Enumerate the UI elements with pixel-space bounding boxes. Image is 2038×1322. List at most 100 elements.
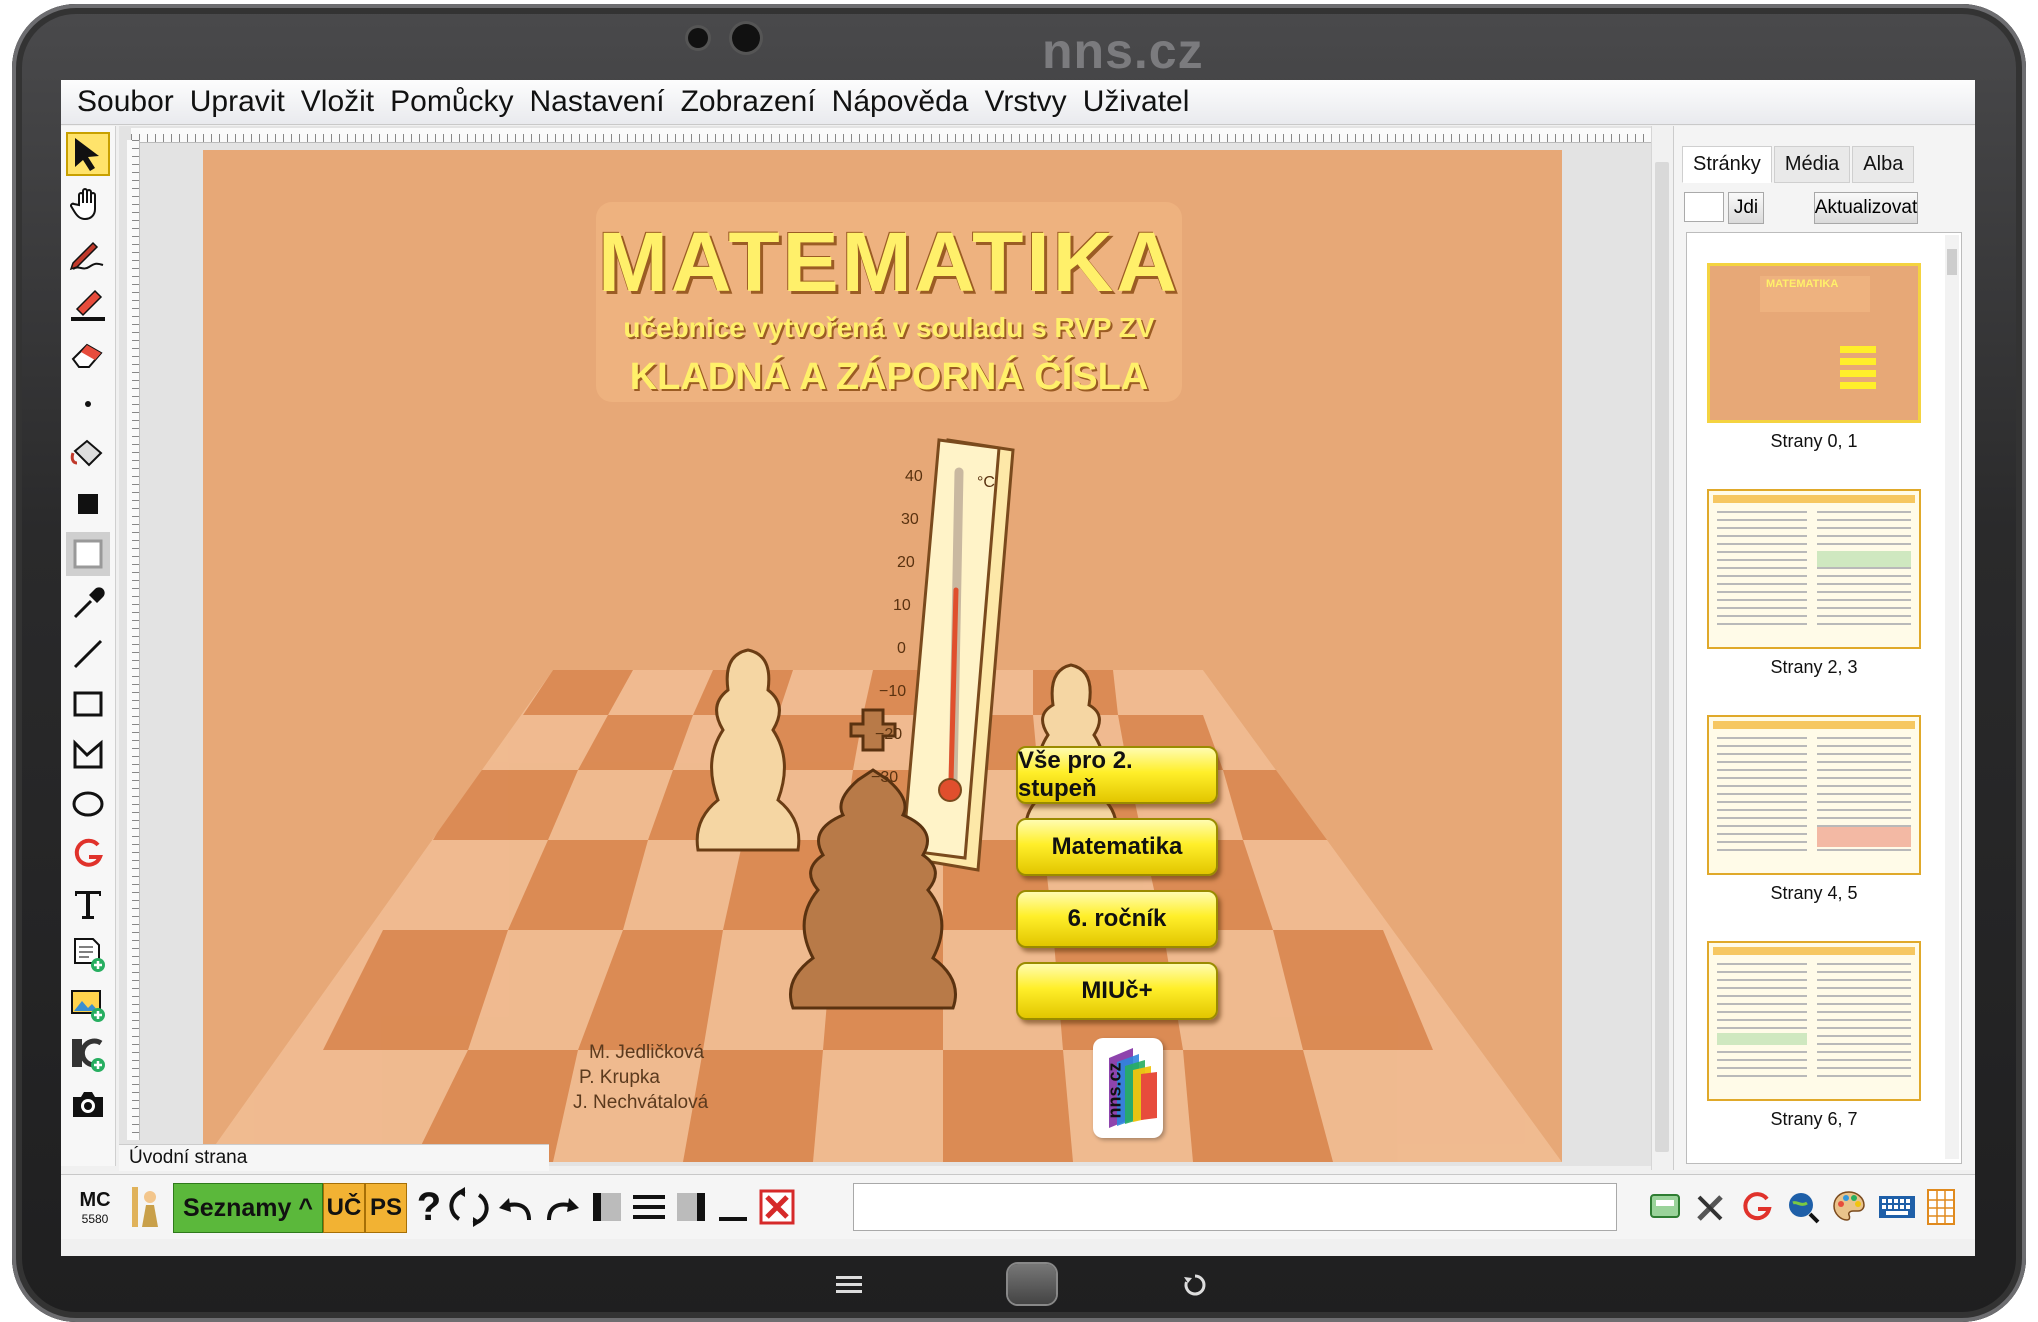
tools-icon[interactable] <box>1691 1183 1731 1231</box>
tab-media[interactable]: Média <box>1773 146 1851 183</box>
tab-pages[interactable]: Stránky <box>1682 146 1772 183</box>
nns-logo-text: nns.cz <box>1104 1062 1125 1119</box>
pointer-icon[interactable] <box>66 132 110 176</box>
menu-item-napoveda[interactable]: Nápověda <box>832 85 969 119</box>
globe-search-icon[interactable] <box>1783 1183 1823 1231</box>
author-name: M. Jedličková <box>589 1042 705 1063</box>
book-subtitle: učebnice vytvořená v souladu s RVP ZV <box>623 312 1155 343</box>
geogebra-icon[interactable] <box>66 832 110 876</box>
canvas-page[interactable]: °C 40 30 20 10 0 −10 −20 −30 MATEMATIKA … <box>203 150 1562 1162</box>
mc-label: MC <box>79 1188 111 1211</box>
menu-item-soubor[interactable]: Soubor <box>77 85 174 119</box>
authors-block: M. Jedličková P. Krupka J. Nechvátalová <box>573 1040 708 1115</box>
page-thumbnail[interactable] <box>1707 941 1921 1101</box>
menu-bar: Soubor Upravit Vložit Pomůcky Nastavení … <box>61 80 1975 125</box>
add-page-icon[interactable] <box>66 932 110 976</box>
mc-badge[interactable]: MC 5580 <box>73 1183 117 1231</box>
tab-albums[interactable]: Alba <box>1852 146 1915 183</box>
geogebra-app-icon[interactable] <box>1737 1183 1777 1231</box>
workbook-button[interactable]: PS <box>365 1183 407 1233</box>
thumbnail-label: Strany 6, 7 <box>1770 1109 1858 1129</box>
keyboard-icon[interactable] <box>1875 1183 1919 1231</box>
ellipse-icon[interactable] <box>66 782 110 826</box>
page-thumbnail[interactable] <box>1707 715 1921 875</box>
sidebar-tabs: Stránky Média Alba <box>1682 146 1916 183</box>
home-hardware-button[interactable] <box>1008 1264 1056 1304</box>
polygon-icon[interactable] <box>66 732 110 776</box>
thermometer-tick: 10 <box>893 597 911 614</box>
page-number-input[interactable] <box>1684 192 1724 222</box>
menu-item-zobrazeni[interactable]: Zobrazení <box>681 85 816 119</box>
hand-icon[interactable] <box>66 182 110 226</box>
keyboard-calculator-icon[interactable] <box>1645 1183 1685 1231</box>
fill-bucket-icon[interactable] <box>66 432 110 476</box>
menu-item-pomucky[interactable]: Pomůcky <box>390 85 513 119</box>
thermometer-tick: 20 <box>897 554 915 571</box>
page-thumbnail[interactable] <box>1707 489 1921 649</box>
pen-icon[interactable] <box>66 232 110 276</box>
dot-icon[interactable] <box>66 382 110 426</box>
lists-button[interactable]: Seznamy ^ <box>173 1183 323 1233</box>
line-icon[interactable] <box>66 632 110 676</box>
teacher-icon[interactable] <box>127 1183 167 1231</box>
left-panel-toggle-icon[interactable] <box>589 1183 625 1231</box>
menu-item-nastaveni[interactable]: Nastavení <box>530 85 665 119</box>
rectangle-icon[interactable] <box>66 682 110 726</box>
help-icon[interactable]: ? <box>411 1183 447 1231</box>
canvas-vertical-scrollbar[interactable] <box>1651 126 1674 1170</box>
tablet-brand: nns.cz <box>1042 23 1204 79</box>
page-name-tab[interactable]: Úvodní strana <box>119 1144 549 1171</box>
author-name: J. Nechvátalová <box>573 1092 709 1113</box>
author-name: P. Krupka <box>579 1067 660 1088</box>
refresh-icon[interactable] <box>447 1183 491 1231</box>
book-topic: KLADNÁ A ZÁPORNÁ ČÍSLA <box>629 356 1149 398</box>
frame-square-icon[interactable] <box>66 532 110 576</box>
scrollbar-thumb[interactable] <box>1655 162 1669 1152</box>
thermometer-tick: −20 <box>875 726 903 743</box>
sensor-icon <box>732 24 760 52</box>
menu-item-upravit[interactable]: Upravit <box>190 85 285 119</box>
teacher-book-button[interactable]: UČ <box>323 1183 365 1233</box>
go-button[interactable]: Jdi <box>1728 192 1764 224</box>
calculator-grid-icon[interactable] <box>1923 1183 1959 1231</box>
filled-square-icon[interactable] <box>66 482 110 526</box>
mathematics-button[interactable]: Matematika <box>1016 818 1218 876</box>
page-thumbnail[interactable]: MATEMATIKA <box>1707 263 1921 423</box>
menu-item-vlozit[interactable]: Vložit <box>301 85 374 119</box>
menu-hardware-button[interactable] <box>834 1270 864 1300</box>
bottom-toolbar: MC 5580 Seznamy ^ UČ PS ? <box>61 1174 1975 1239</box>
add-interactive-icon[interactable] <box>66 1032 110 1076</box>
menu-lines-icon[interactable] <box>631 1183 667 1231</box>
app-screen: Soubor Upravit Vložit Pomůcky Nastavení … <box>61 80 1975 1256</box>
command-input[interactable] <box>853 1183 1617 1231</box>
menu-item-vrstvy[interactable]: Vrstvy <box>984 85 1066 119</box>
sixth-grade-button[interactable]: 6. ročník <box>1016 890 1218 948</box>
highlighter-icon[interactable] <box>66 282 110 326</box>
refresh-button[interactable]: Aktualizovat <box>1814 192 1918 224</box>
all-second-stage-button[interactable]: Vše pro 2. stupeň <box>1016 746 1218 804</box>
thumbnail-label: Strany 2, 3 <box>1770 657 1858 677</box>
redo-icon[interactable] <box>541 1183 585 1231</box>
eyedropper-icon[interactable] <box>66 582 110 626</box>
minimize-icon[interactable] <box>715 1183 751 1231</box>
palette-icon[interactable] <box>1829 1183 1869 1231</box>
vertical-ruler <box>127 140 140 1140</box>
mc-number: 5580 <box>81 1211 109 1226</box>
menu-item-uzivatel[interactable]: Uživatel <box>1083 85 1190 119</box>
thermometer-tick: 30 <box>901 511 919 528</box>
front-camera-icon <box>688 28 708 48</box>
back-hardware-button[interactable] <box>1180 1270 1210 1300</box>
right-panel-toggle-icon[interactable] <box>673 1183 709 1231</box>
close-icon[interactable] <box>757 1183 797 1231</box>
camera-icon[interactable] <box>66 1082 110 1126</box>
undo-icon[interactable] <box>493 1183 537 1231</box>
thumbnails-scrollbar[interactable] <box>1945 235 1959 1159</box>
thumbnail-label: Strany 0, 1 <box>1770 431 1858 451</box>
add-image-icon[interactable] <box>66 982 110 1026</box>
miuc-plus-button[interactable]: MIUč+ <box>1016 962 1218 1020</box>
page-thumbnails-list: MATEMATIKA Strany 0, 1 Strany 2, 3 Stran… <box>1686 232 1962 1164</box>
eraser-icon[interactable] <box>66 332 110 376</box>
text-icon[interactable] <box>66 882 110 926</box>
book-title: MATEMATIKA <box>597 215 1181 309</box>
thermometer-tick: 40 <box>905 468 923 485</box>
